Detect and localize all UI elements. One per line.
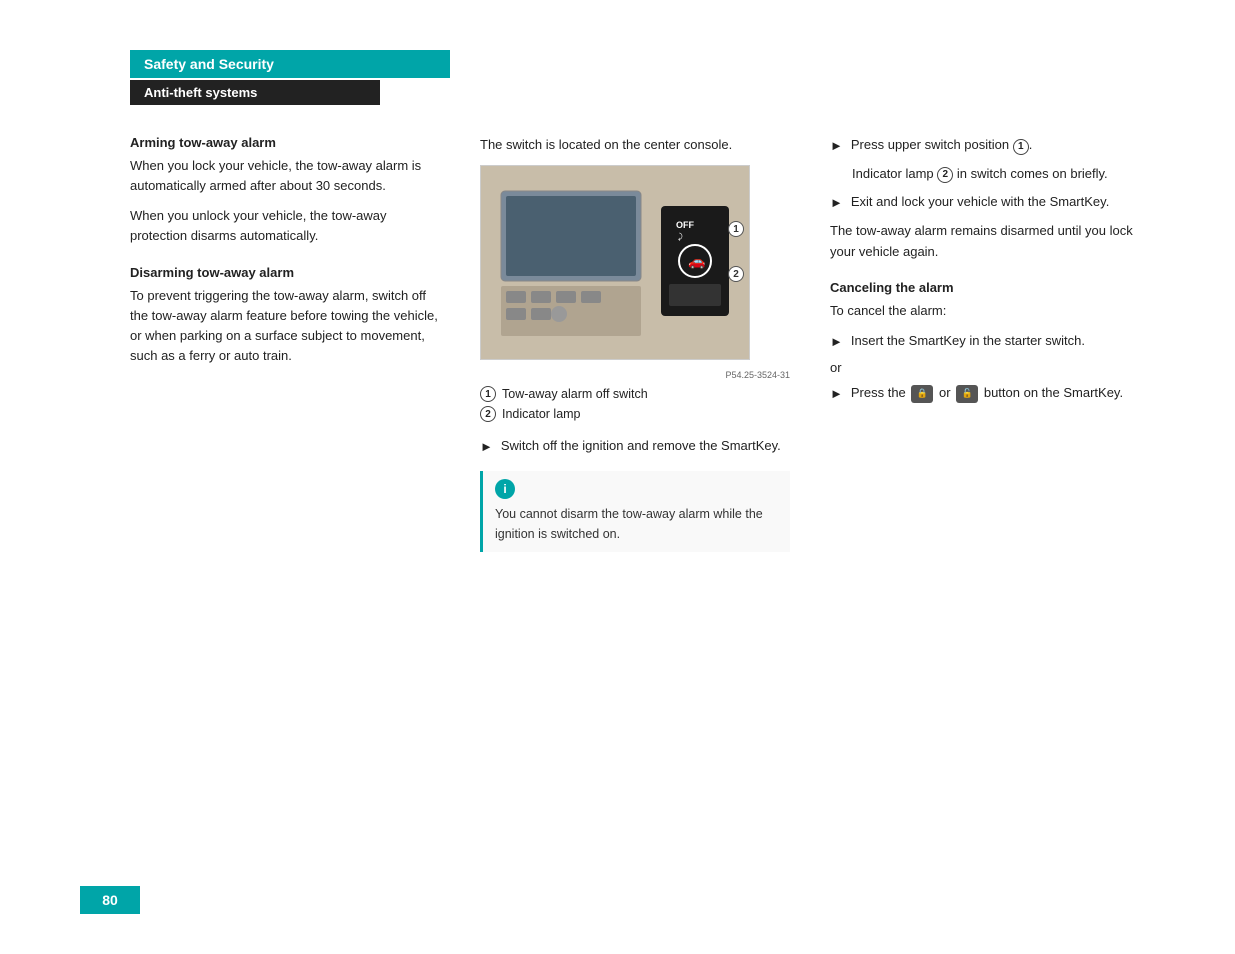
indicator-end: in switch comes on briefly. [957, 166, 1108, 181]
bullet-switch-off: ► Switch off the ignition and remove the… [480, 436, 790, 457]
car-diagram: OFF ⤸ 🚗 1 2 [480, 165, 750, 360]
page-container: Safety and Security Anti-theft systems A… [0, 0, 1235, 954]
caption-row-1: 1 Tow-away alarm off switch [480, 386, 790, 402]
info-text: You cannot disarm the tow-away alarm whi… [495, 505, 778, 544]
indicator-continuation: Indicator lamp 2 in switch comes on brie… [852, 164, 1140, 184]
svg-text:OFF: OFF [676, 220, 694, 230]
remains-text: The tow-away alarm remains disarmed unti… [830, 221, 1140, 261]
bullet-insert-text: Insert the SmartKey in the starter switc… [851, 331, 1140, 351]
page-number: 80 [80, 886, 140, 914]
left-column: Arming tow-away alarm When you lock your… [130, 135, 440, 376]
bullet-exit: ► Exit and lock your vehicle with the Sm… [830, 192, 1140, 213]
caption-row-2: 2 Indicator lamp [480, 406, 790, 422]
info-box: i You cannot disarm the tow-away alarm w… [480, 471, 790, 552]
right-column: ► Press upper switch position 1. Indicat… [830, 135, 1140, 412]
bullet-press-text: Press upper switch position 1. [851, 135, 1140, 155]
disarming-text: To prevent triggering the tow-away alarm… [130, 286, 440, 367]
svg-text:🚗: 🚗 [688, 253, 705, 270]
info-icon: i [495, 479, 515, 499]
arrow-icon-5: ► [830, 384, 843, 404]
bullet-exit-text: Exit and lock your vehicle with the Smar… [851, 192, 1140, 212]
smartkey-lock-icon: 🔒 [911, 385, 933, 403]
caption-text-1: Tow-away alarm off switch [502, 387, 648, 401]
indicator-text: Indicator lamp [852, 166, 934, 181]
caption-num-2: 2 [480, 406, 496, 422]
cancel-intro: To cancel the alarm: [830, 301, 1140, 321]
bullet-press-smart: ► Press the 🔒 or 🔓 button on the SmartKe… [830, 383, 1140, 404]
arrow-icon-2: ► [830, 136, 843, 156]
arrow-icon-3: ► [830, 193, 843, 213]
smartkey-unlock-icon: 🔓 [956, 385, 978, 403]
caption-text-2: Indicator lamp [502, 407, 581, 421]
center-column: The switch is located on the center cons… [480, 135, 790, 552]
press-smart-label: Press the [851, 385, 906, 400]
section-title: Safety and Security [130, 50, 450, 78]
section-header: Safety and Security Anti-theft systems [130, 50, 1155, 105]
canceling-heading: Canceling the alarm [830, 280, 1140, 295]
caption-num-1: 1 [480, 386, 496, 402]
bullet-press-switch: ► Press upper switch position 1. [830, 135, 1140, 156]
arming-text-2: When you unlock your vehicle, the tow-aw… [130, 206, 440, 246]
subsection-title: Anti-theft systems [130, 80, 380, 105]
bullet-insert: ► Insert the SmartKey in the starter swi… [830, 331, 1140, 352]
bullet-smart-text: Press the 🔒 or 🔓 button on the SmartKey. [851, 383, 1140, 403]
arming-heading: Arming tow-away alarm [130, 135, 440, 150]
diagram-label: P54.25-3524-31 [480, 370, 790, 380]
diagram-inner: OFF ⤸ 🚗 1 2 [481, 166, 749, 359]
arrow-icon-1: ► [480, 437, 493, 457]
content-columns: Arming tow-away alarm When you lock your… [130, 135, 1155, 552]
or-between-buttons: or [939, 385, 954, 400]
or-separator: or [830, 360, 1140, 375]
diagram-svg: OFF ⤸ 🚗 [481, 166, 750, 360]
press-text: Press upper switch position [851, 137, 1009, 152]
disarming-heading: Disarming tow-away alarm [130, 265, 440, 280]
press-circle-num: 1. [1013, 137, 1033, 152]
indicator-num: 2 [937, 166, 953, 181]
arrow-icon-4: ► [830, 332, 843, 352]
arming-text-1: When you lock your vehicle, the tow-away… [130, 156, 440, 196]
smart-end: button on the SmartKey. [984, 385, 1123, 400]
switch-location-text: The switch is located on the center cons… [480, 135, 790, 155]
bullet-switch-off-text: Switch off the ignition and remove the S… [501, 436, 790, 456]
